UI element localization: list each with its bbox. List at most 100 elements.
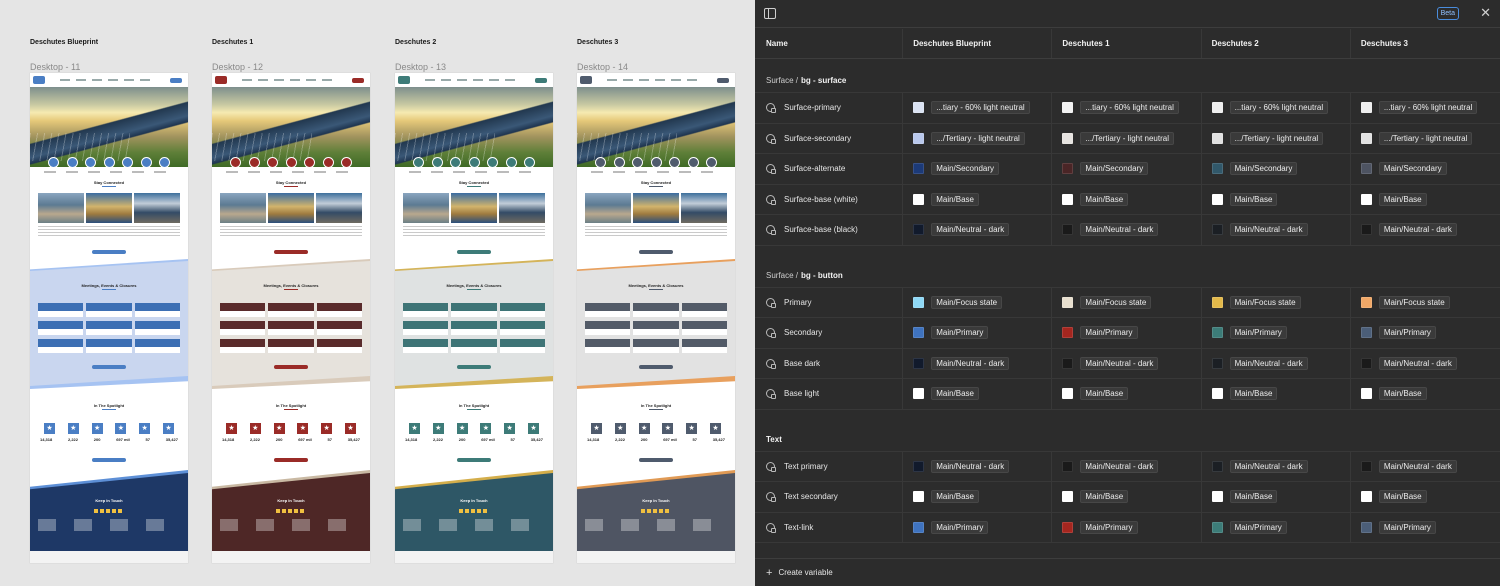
frame-label[interactable]: Desktop - 12 — [212, 62, 263, 72]
beta-badge[interactable]: Beta — [1436, 7, 1459, 20]
frame-label[interactable]: Desktop - 13 — [395, 62, 446, 72]
color-swatch[interactable] — [1211, 327, 1223, 339]
alias-pill[interactable]: Main/Base — [1378, 192, 1427, 206]
variable-value-cell[interactable]: Main/Base — [1052, 184, 1202, 214]
table-row[interactable]: Base dark Main/Neutral - dark Main/Neutral… — [755, 348, 1500, 379]
variable-value-cell[interactable]: ...tiary - 60% light neutral — [1351, 93, 1500, 123]
table-row[interactable]: Surface-alternate Main/Secondary Main/Seco… — [755, 154, 1500, 185]
alias-pill[interactable]: Main/Base — [1229, 490, 1278, 504]
color-swatch[interactable] — [1211, 296, 1223, 308]
color-swatch[interactable] — [1062, 327, 1074, 339]
variable-value-cell[interactable]: Main/Base — [1202, 482, 1351, 512]
variable-name-cell[interactable]: Text secondary — [755, 482, 904, 512]
color-swatch[interactable] — [1360, 388, 1372, 400]
variable-value-cell[interactable]: .../Tertiary - light neutral — [1202, 123, 1351, 153]
color-swatch[interactable] — [1360, 521, 1372, 533]
alias-pill[interactable]: .../Tertiary - light neutral — [1080, 131, 1174, 145]
variable-name-cell[interactable]: Primary — [755, 287, 904, 317]
alias-pill[interactable]: Main/Base — [1229, 192, 1278, 206]
color-swatch[interactable] — [1211, 132, 1223, 144]
alias-pill[interactable]: Main/Focus state — [931, 295, 1003, 309]
alias-pill[interactable]: Main/Neutral - dark — [1378, 223, 1457, 237]
alias-pill[interactable]: Main/Base — [1378, 387, 1427, 401]
variable-name-cell[interactable]: Surface-secondary — [755, 123, 904, 153]
color-swatch[interactable] — [1062, 491, 1074, 503]
color-swatch[interactable] — [1062, 163, 1074, 175]
variable-value-cell[interactable]: Main/Base — [903, 379, 1053, 409]
variable-value-cell[interactable]: Main/Neutral - dark — [1351, 349, 1500, 379]
variable-value-cell[interactable]: Main/Secondary — [903, 154, 1053, 184]
color-swatch[interactable] — [1211, 224, 1223, 236]
color-swatch[interactable] — [913, 102, 925, 114]
table-row[interactable]: Surface-base (black) Main/Neutral - dark M… — [755, 215, 1500, 246]
variable-value-cell[interactable]: ...tiary - 60% light neutral — [1202, 93, 1351, 123]
alias-pill[interactable]: Main/Primary — [1229, 520, 1287, 534]
alias-pill[interactable]: .../Tertiary - light neutral — [931, 131, 1025, 145]
column-header[interactable]: Deschutes Blueprint — [903, 29, 1053, 58]
column-header[interactable]: Deschutes 3 — [1351, 29, 1500, 58]
variable-value-cell[interactable]: Main/Primary — [903, 512, 1053, 542]
variable-name-cell[interactable]: Secondary — [755, 318, 904, 348]
variable-value-cell[interactable]: Main/Neutral - dark — [1202, 348, 1351, 378]
frame-title[interactable]: Deschutes Blueprint — [30, 39, 98, 46]
variable-value-cell[interactable]: Main/Base — [1351, 482, 1500, 512]
alias-pill[interactable]: Main/Focus state — [1378, 295, 1450, 309]
alias-pill[interactable]: ...tiary - 60% light neutral — [1229, 101, 1329, 115]
alias-pill[interactable]: Main/Secondary — [1229, 162, 1298, 176]
alias-pill[interactable]: Main/Primary — [931, 520, 989, 534]
create-variable-button[interactable]: + Create variable — [755, 558, 1500, 586]
table-row[interactable]: Text primary Main/Neutral - dark Main/Neut… — [755, 451, 1500, 482]
variable-group[interactable]: Surface / bg - surface — [755, 59, 1500, 93]
color-swatch[interactable] — [1211, 102, 1223, 114]
design-frame[interactable]: Stay Connected Meetings, Events & Closure… — [30, 73, 188, 563]
alias-pill[interactable]: Main/Neutral - dark — [1229, 356, 1308, 370]
color-swatch[interactable] — [1211, 460, 1223, 472]
variable-value-cell[interactable]: Main/Neutral - dark — [1351, 452, 1500, 482]
color-swatch[interactable] — [1062, 357, 1074, 369]
variable-value-cell[interactable]: Main/Focus state — [1052, 287, 1202, 317]
color-swatch[interactable] — [1211, 388, 1223, 400]
color-swatch[interactable] — [1360, 357, 1372, 369]
alias-pill[interactable]: Main/Base — [1080, 192, 1129, 206]
color-swatch[interactable] — [913, 132, 925, 144]
column-header[interactable]: Deschutes 2 — [1202, 29, 1351, 58]
color-swatch[interactable] — [1062, 460, 1074, 472]
variable-name-cell[interactable]: Text-link — [755, 512, 904, 542]
color-swatch[interactable] — [913, 296, 925, 308]
color-swatch[interactable] — [913, 388, 925, 400]
frame-title[interactable]: Deschutes 2 — [395, 39, 436, 46]
alias-pill[interactable]: Main/Secondary — [1080, 162, 1149, 176]
color-swatch[interactable] — [1360, 460, 1372, 472]
frame-label[interactable]: Desktop - 11 — [30, 62, 80, 72]
alias-pill[interactable]: ...tiary - 60% light neutral — [931, 101, 1030, 115]
color-swatch[interactable] — [1211, 491, 1223, 503]
color-swatch[interactable] — [913, 460, 925, 472]
close-icon[interactable]: ✕ — [1480, 6, 1491, 20]
variable-value-cell[interactable]: Main/Neutral - dark — [1052, 348, 1202, 378]
variable-name-cell[interactable]: Surface-base (white) — [755, 184, 904, 214]
variable-value-cell[interactable]: Main/Neutral - dark — [1052, 451, 1202, 481]
alias-pill[interactable]: Main/Base — [1229, 387, 1278, 401]
color-swatch[interactable] — [913, 521, 925, 533]
design-frame[interactable]: Stay Connected Meetings, Events & Closure… — [212, 73, 370, 563]
alias-pill[interactable]: .../Tertiary - light neutral — [1378, 131, 1473, 145]
alias-pill[interactable]: Main/Primary — [1229, 326, 1287, 340]
variable-value-cell[interactable]: Main/Neutral - dark — [903, 348, 1053, 378]
color-swatch[interactable] — [1062, 193, 1074, 205]
color-swatch[interactable] — [1062, 224, 1074, 236]
alias-pill[interactable]: Main/Primary — [931, 326, 989, 340]
variable-value-cell[interactable]: Main/Primary — [1052, 512, 1202, 542]
color-swatch[interactable] — [913, 357, 925, 369]
alias-pill[interactable]: ...tiary - 60% light neutral — [1080, 101, 1179, 115]
alias-pill[interactable]: Main/Base — [931, 490, 979, 504]
alias-pill[interactable]: Main/Base — [1378, 490, 1427, 504]
color-swatch[interactable] — [1062, 132, 1074, 144]
variable-value-cell[interactable]: Main/Base — [1202, 379, 1351, 409]
variable-value-cell[interactable]: Main/Neutral - dark — [1351, 215, 1500, 245]
design-frame[interactable]: Stay Connected Meetings, Events & Closure… — [577, 73, 735, 563]
variable-value-cell[interactable]: .../Tertiary - light neutral — [1052, 123, 1202, 153]
variable-name-cell[interactable]: Text primary — [755, 451, 904, 481]
variable-value-cell[interactable]: Main/Focus state — [903, 287, 1053, 317]
color-swatch[interactable] — [1062, 296, 1074, 308]
color-swatch[interactable] — [1360, 193, 1372, 205]
